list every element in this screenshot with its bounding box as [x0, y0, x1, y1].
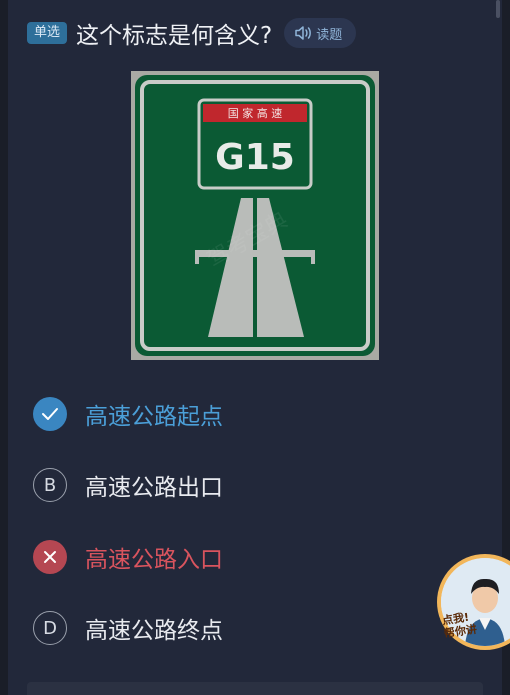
- option-b-text: 高速公路出口: [85, 475, 223, 501]
- option-c[interactable]: 高速公路入口: [33, 538, 223, 576]
- bottom-panel: [27, 682, 483, 695]
- option-b-marker: B: [33, 468, 67, 502]
- question-header: 单选 这个标志是何含义? 读题: [27, 15, 357, 51]
- question-text: 这个标志是何含义?: [76, 23, 273, 49]
- option-a[interactable]: 高速公路起点: [33, 395, 223, 433]
- scrollbar[interactable]: [496, 0, 500, 18]
- read-question-label: 读题: [316, 27, 343, 43]
- option-d[interactable]: D 高速公路终点: [33, 609, 223, 647]
- option-a-text: 高速公路起点: [85, 404, 223, 430]
- wrong-cross-icon: [33, 540, 67, 574]
- sign-route-number: G15: [215, 137, 295, 178]
- tutor-label: 点我! 帮你讲: [441, 610, 477, 641]
- speaker-icon: [295, 26, 312, 40]
- option-c-text: 高速公路入口: [85, 547, 223, 573]
- sign-header-text: 国 家 高 速: [228, 106, 283, 120]
- read-question-button[interactable]: 读题: [284, 18, 357, 48]
- left-edge: [0, 0, 8, 695]
- tutor-helper-button[interactable]: 点我! 帮你讲: [437, 554, 510, 650]
- traffic-sign-image: 国 家 高 速 G15 驾考宝典: [131, 71, 379, 360]
- option-b[interactable]: B 高速公路出口: [33, 466, 223, 504]
- question-type-badge: 单选: [27, 22, 68, 44]
- option-d-marker: D: [33, 611, 67, 645]
- expressway-sign: 国 家 高 速 G15 驾考宝典: [131, 71, 379, 360]
- option-d-text: 高速公路终点: [85, 618, 223, 644]
- correct-check-icon: [33, 397, 67, 431]
